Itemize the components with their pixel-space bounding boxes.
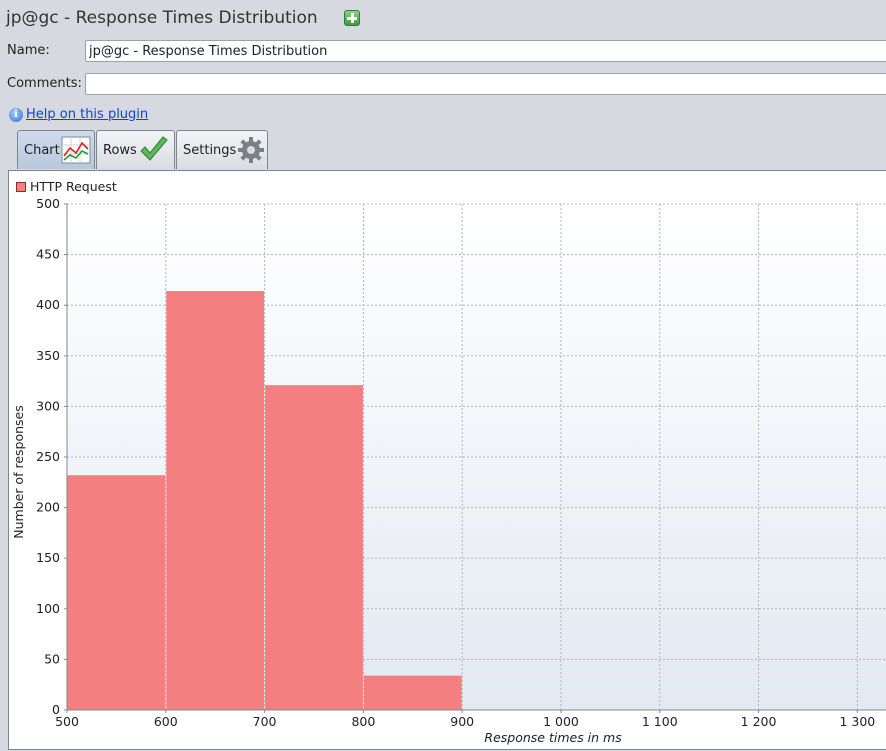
y-tick-label: 100 [36, 601, 60, 616]
checkmark-icon [138, 134, 170, 166]
x-tick-label: 1 300 [839, 714, 875, 729]
x-tick-label: 700 [253, 714, 277, 729]
response-times-chart: 500 600 700 800 900 1 000 1 100 1 200 1 300 0 50 10… [11, 196, 886, 745]
page-title: jp@gc - Response Times Distribution [6, 8, 318, 28]
y-tick-label: 0 [52, 702, 60, 717]
info-icon: i [9, 107, 23, 122]
x-tick-label: 900 [450, 714, 474, 729]
y-tick-label: 400 [36, 297, 60, 312]
x-tick-label: 1 100 [642, 714, 678, 729]
y-tick-label: 500 [36, 196, 60, 211]
chart-legend: HTTP Request [16, 179, 117, 194]
y-tick-label: 50 [44, 651, 60, 666]
y-tick-label: 250 [36, 449, 60, 464]
y-tick-label: 300 [36, 398, 60, 413]
help-row: i Help on this plugin [9, 107, 148, 122]
tab-bar: Chart Rows Settings [17, 130, 269, 169]
title-row: jp@gc - Response Times Distribution [6, 7, 360, 29]
add-green-icon [343, 10, 360, 26]
tab-chart-label: Chart [24, 142, 60, 158]
tab-chart[interactable]: Chart [17, 130, 95, 169]
y-axis-title: Number of responses [11, 405, 26, 539]
x-axis-title: Response times in ms [484, 730, 622, 745]
histogram-bar [67, 475, 166, 710]
histogram-bar [166, 291, 265, 710]
chart-panel: 500 600 700 800 900 1 000 1 100 1 200 1 300 0 50 10… [8, 170, 886, 750]
tab-rows-label: Rows [103, 142, 137, 158]
legend-label: HTTP Request [30, 179, 117, 194]
y-tick-label: 200 [36, 500, 60, 515]
comments-label: Comments: [7, 76, 82, 91]
x-tick-label: 600 [154, 714, 178, 729]
tab-rows[interactable]: Rows [96, 130, 175, 169]
name-label: Name: [7, 43, 50, 58]
legend-swatch [16, 181, 26, 192]
y-tick-label: 150 [36, 550, 60, 565]
y-tick-label: 350 [36, 348, 60, 363]
histogram-bar [363, 675, 462, 710]
histogram-bar [265, 385, 363, 710]
tab-settings-label: Settings [183, 142, 237, 158]
x-tick-label: 800 [351, 714, 375, 729]
help-link[interactable]: Help on this plugin [26, 107, 148, 122]
name-field[interactable] [85, 40, 886, 62]
y-tick-label: 450 [36, 247, 60, 262]
tab-settings[interactable]: Settings [176, 130, 268, 169]
x-tick-label: 1 200 [741, 714, 777, 729]
x-tick-label: 1 000 [543, 714, 579, 729]
comments-field[interactable] [85, 73, 886, 95]
line-chart-icon [61, 136, 91, 164]
gear-icon [237, 136, 265, 164]
